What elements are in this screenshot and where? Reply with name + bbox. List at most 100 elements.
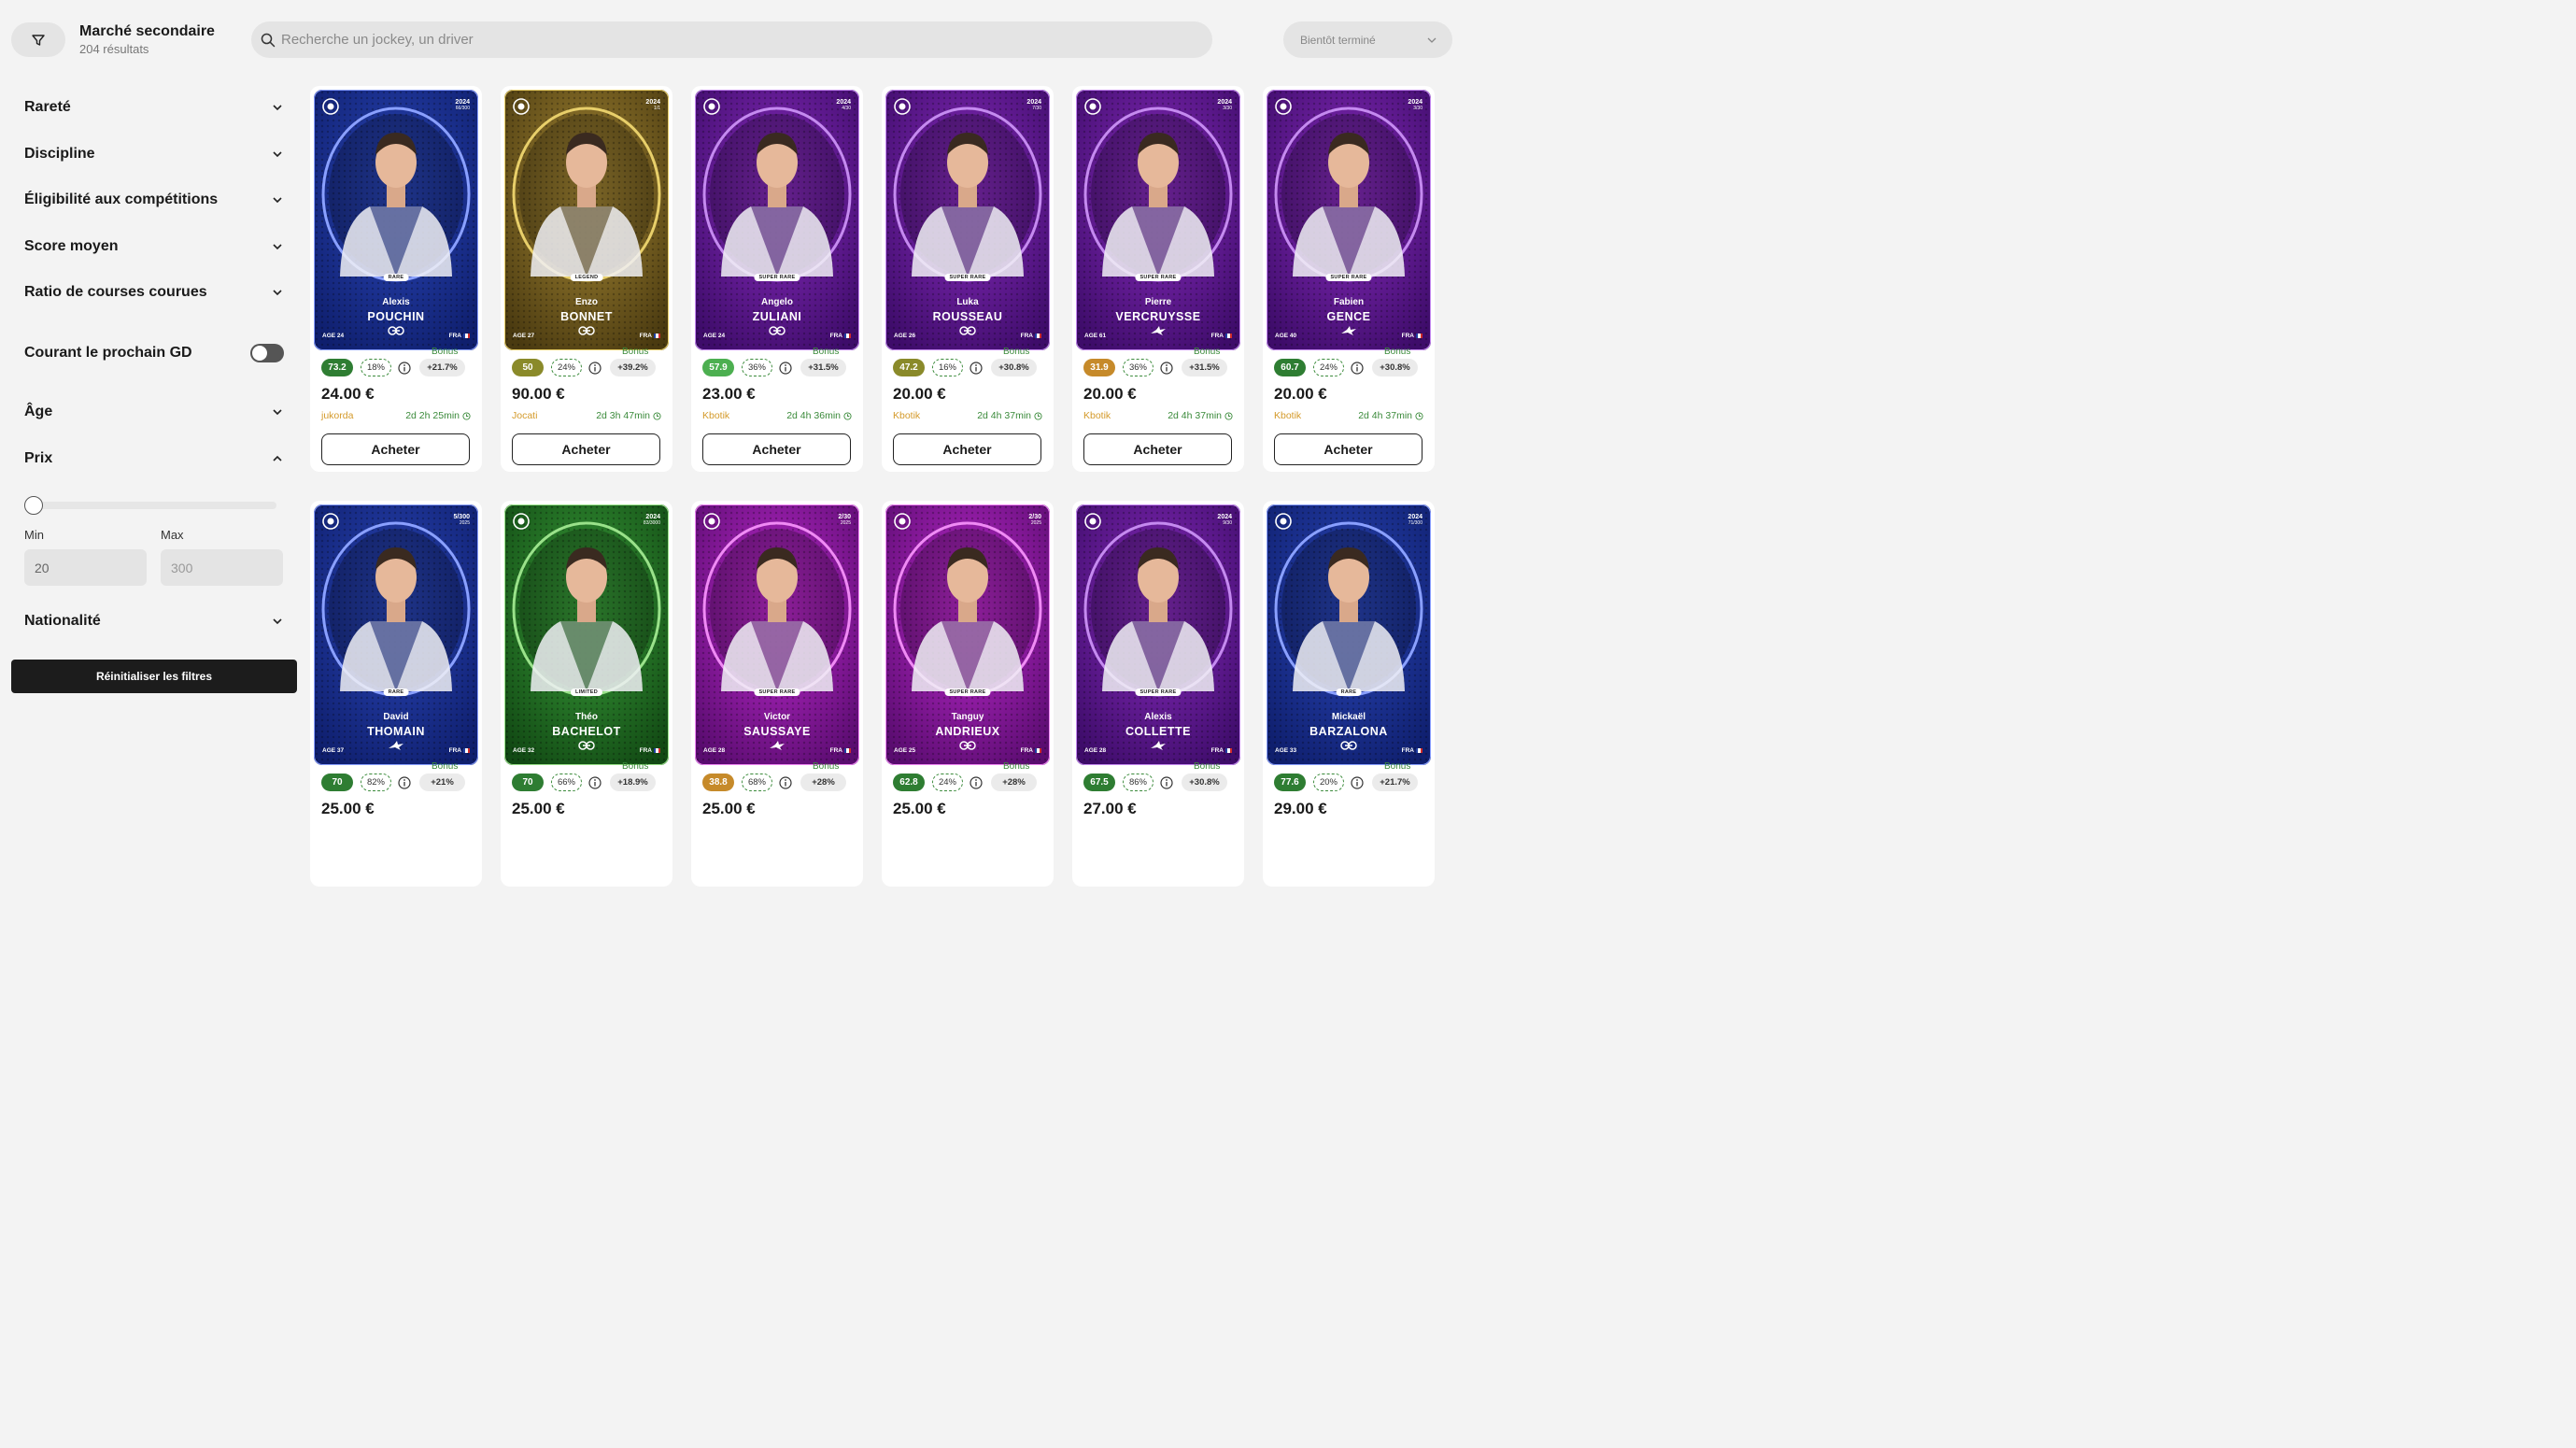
seller-name[interactable]: Jocati bbox=[512, 410, 537, 421]
info-icon[interactable] bbox=[1351, 776, 1364, 789]
search-bar[interactable] bbox=[251, 21, 1212, 58]
brand-logo-icon bbox=[894, 513, 911, 530]
info-icon[interactable] bbox=[1160, 776, 1173, 789]
bonus-label: Bonus bbox=[1384, 761, 1411, 772]
slider-thumb[interactable] bbox=[24, 496, 43, 515]
filter-label: Score moyen bbox=[24, 238, 119, 254]
jockey-first-name: Enzo bbox=[575, 297, 598, 307]
price-slider[interactable] bbox=[24, 496, 276, 515]
filter-age[interactable]: Âge bbox=[24, 404, 284, 420]
bonus-label: Bonus bbox=[1194, 347, 1221, 357]
card-edition: 2024 71/300 bbox=[1408, 514, 1422, 526]
buy-button[interactable]: Acheter bbox=[702, 433, 851, 465]
chevron-down-icon bbox=[273, 105, 282, 111]
buy-button[interactable]: Acheter bbox=[512, 433, 660, 465]
buy-button[interactable]: Acheter bbox=[1274, 433, 1422, 465]
time-remaining-text: 2d 4h 37min bbox=[1358, 410, 1412, 421]
france-flag-icon bbox=[1416, 334, 1422, 338]
france-flag-icon bbox=[654, 334, 660, 338]
player-card[interactable]: 2024 83/3000 LIMITED Théo BACHELOT AGE 32 FRA 7… bbox=[501, 501, 672, 887]
rarity-badge: LIMITED bbox=[570, 689, 603, 696]
player-card[interactable]: 2024 9/30 SUPER RARE Alexis COLLETTE AGE 28 FR… bbox=[1072, 501, 1244, 887]
bonus-badge: +30.8% bbox=[1372, 359, 1418, 376]
filter-nationality[interactable]: Nationalité bbox=[24, 613, 284, 630]
time-remaining: 2d 4h 37min bbox=[1168, 410, 1233, 421]
player-card[interactable]: 2024 7/30 SUPER RARE Luka ROUSSEAU AGE 26 FRA 4… bbox=[882, 86, 1054, 472]
jockey-last-name: THOMAIN bbox=[367, 725, 425, 738]
sort-select[interactable]: Bientôt terminé bbox=[1283, 21, 1452, 58]
nationality-code: FRA bbox=[829, 747, 842, 754]
info-icon[interactable] bbox=[588, 362, 602, 375]
filter-rarity[interactable]: Rareté bbox=[24, 99, 284, 116]
info-icon[interactable] bbox=[588, 776, 602, 789]
card-stats: 38.8 68% Bonus +28% bbox=[702, 761, 854, 792]
player-card[interactable]: 2024 66/300 RARE Alexis POUCHIN AGE 24 FRA 73.2… bbox=[310, 86, 482, 472]
toggle-label: Courant le prochain GD bbox=[24, 345, 192, 361]
buy-button[interactable]: Acheter bbox=[893, 433, 1041, 465]
france-flag-icon bbox=[463, 334, 470, 338]
filter-next-gd: Courant le prochain GD bbox=[24, 344, 284, 362]
card-edition: 2/30 2025 bbox=[838, 514, 851, 526]
player-card[interactable]: 2/30 2025 SUPER RARE Victor SAUSSAYE AGE 28 FR… bbox=[691, 501, 863, 887]
rarity-badge: RARE bbox=[1336, 689, 1362, 696]
time-remaining: 2d 4h 37min bbox=[977, 410, 1042, 421]
seller-name[interactable]: Kbotik bbox=[702, 410, 729, 421]
card-artwork: 2/30 2025 SUPER RARE Tanguy ANDRIEUX AGE 25 FR… bbox=[885, 504, 1050, 765]
filter-price[interactable]: Prix bbox=[24, 450, 284, 467]
filter-average-score[interactable]: Score moyen bbox=[24, 238, 284, 255]
race-ratio-badge: 18% bbox=[361, 359, 391, 376]
rarity-badge: SUPER RARE bbox=[944, 274, 991, 281]
card-artwork: 2024 9/30 SUPER RARE Alexis COLLETTE AGE 28 FR… bbox=[1076, 504, 1240, 765]
race-ratio-badge: 68% bbox=[742, 774, 772, 791]
filter-label: Âge bbox=[24, 404, 53, 419]
price-min-input[interactable] bbox=[24, 549, 147, 586]
jockey-last-name: POUCHIN bbox=[367, 310, 425, 323]
filter-race-ratio[interactable]: Ratio de courses courues bbox=[24, 284, 284, 301]
price-max-input[interactable] bbox=[161, 549, 283, 586]
reset-filters-button[interactable]: Réinitialiser les filtres bbox=[11, 660, 297, 693]
card-price: 23.00 € bbox=[702, 385, 756, 403]
score-badge: 47.2 bbox=[893, 359, 925, 376]
card-price: 25.00 € bbox=[702, 800, 756, 817]
player-card[interactable]: 5/300 2025 RARE David THOMAIN AGE 37 FRA 70 82% B… bbox=[310, 501, 482, 887]
info-icon[interactable] bbox=[1160, 362, 1173, 375]
info-icon[interactable] bbox=[970, 776, 983, 789]
seller-name[interactable]: Kbotik bbox=[1083, 410, 1111, 421]
rarity-badge: SUPER RARE bbox=[1135, 274, 1182, 281]
title-block: Marché secondaire 204 résultats bbox=[79, 23, 215, 56]
jockey-first-name: Mickaël bbox=[1331, 712, 1366, 722]
filter-eligibility[interactable]: Éligibilité aux compétitions bbox=[24, 192, 284, 208]
filter-discipline[interactable]: Discipline bbox=[24, 146, 284, 163]
brand-logo-icon bbox=[703, 98, 720, 115]
buy-button[interactable]: Acheter bbox=[1083, 433, 1232, 465]
card-price: 24.00 € bbox=[321, 385, 375, 403]
search-input[interactable] bbox=[281, 32, 1122, 48]
buy-button[interactable]: Acheter bbox=[321, 433, 470, 465]
card-edition: 2024 4/30 bbox=[836, 99, 851, 111]
nationality-code: FRA bbox=[1210, 333, 1224, 339]
player-card[interactable]: 2024 1/1 LEGEND Enzo BONNET AGE 27 FRA 50 24% Bon… bbox=[501, 86, 672, 472]
info-icon[interactable] bbox=[398, 362, 411, 375]
jockey-last-name: BONNET bbox=[560, 310, 613, 323]
chevron-down-icon bbox=[273, 618, 282, 625]
bonus-badge: +39.2% bbox=[610, 359, 656, 376]
filter-button[interactable] bbox=[11, 22, 65, 57]
info-icon[interactable] bbox=[1351, 362, 1364, 375]
score-badge: 70 bbox=[321, 774, 353, 791]
info-icon[interactable] bbox=[779, 362, 792, 375]
player-card[interactable]: 2024 71/300 RARE Mickaël BARZALONA AGE 33 FRA 7… bbox=[1263, 501, 1435, 887]
info-icon[interactable] bbox=[398, 776, 411, 789]
seller-name[interactable]: jukorda bbox=[321, 410, 353, 421]
player-card[interactable]: 2024 3/30 SUPER RARE Fabien GENCE AGE 40 FRA 60… bbox=[1263, 86, 1435, 472]
info-icon[interactable] bbox=[779, 776, 792, 789]
player-card[interactable]: 2024 3/30 SUPER RARE Pierre VERCRUYSSE AGE 61… bbox=[1072, 86, 1244, 472]
brand-logo-icon bbox=[1084, 98, 1101, 115]
card-stats: 57.9 36% Bonus +31.5% bbox=[702, 347, 854, 377]
next-gd-toggle[interactable] bbox=[250, 344, 284, 362]
info-icon[interactable] bbox=[970, 362, 983, 375]
jockey-first-name: Luka bbox=[956, 297, 979, 307]
seller-name[interactable]: Kbotik bbox=[893, 410, 920, 421]
player-card[interactable]: 2024 4/30 SUPER RARE Angelo ZULIANI AGE 24 FRA… bbox=[691, 86, 863, 472]
player-card[interactable]: 2/30 2025 SUPER RARE Tanguy ANDRIEUX AGE 25 FR… bbox=[882, 501, 1054, 887]
seller-name[interactable]: Kbotik bbox=[1274, 410, 1301, 421]
